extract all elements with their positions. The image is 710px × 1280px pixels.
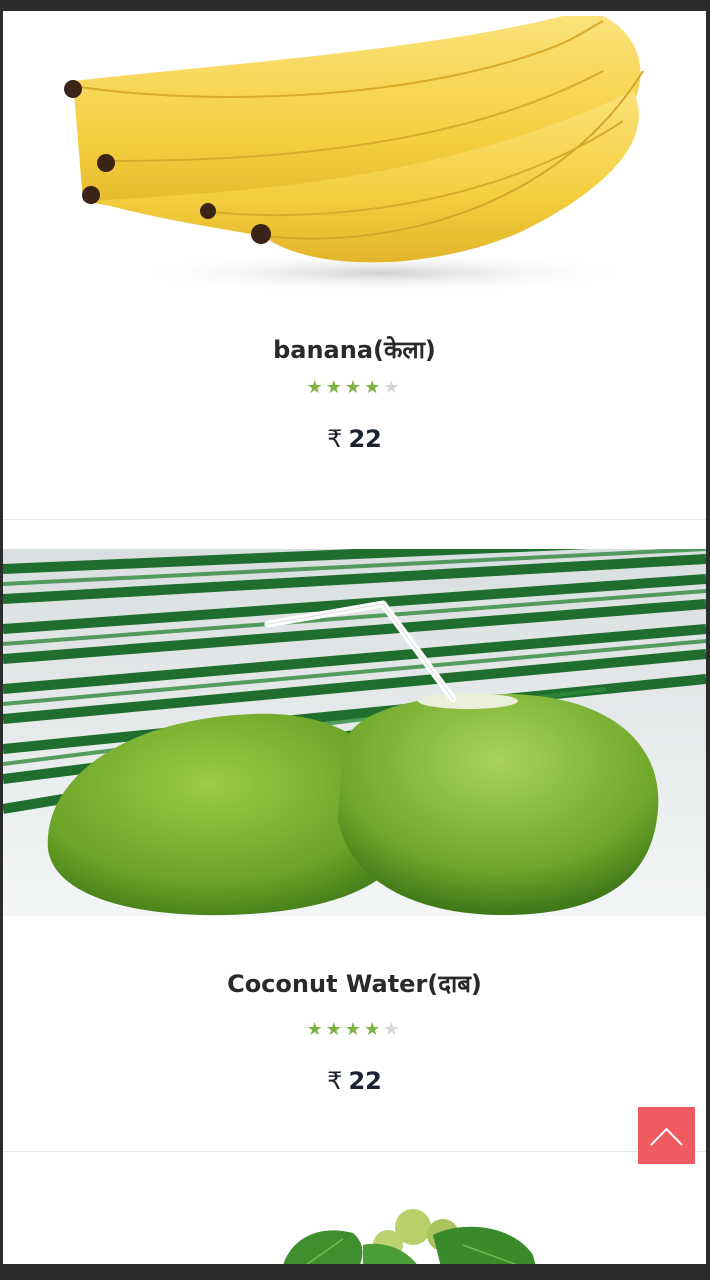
- star-filled-icon: ★: [306, 1019, 326, 1040]
- grapes-image[interactable]: [3, 1205, 706, 1264]
- star-filled-icon: ★: [364, 377, 384, 398]
- star-filled-icon: ★: [306, 377, 326, 398]
- star-filled-icon: ★: [344, 377, 365, 398]
- product-title[interactable]: Coconut Water(दाब): [3, 967, 706, 1000]
- star-filled-icon: ★: [364, 1019, 384, 1040]
- product-list: banana(केला) ★★★★★ ₹22 Coconut Water(दाब…: [3, 11, 706, 1264]
- divider: [3, 519, 706, 520]
- star-filled-icon: ★: [344, 1019, 365, 1040]
- currency-symbol: ₹: [327, 425, 343, 453]
- product-title[interactable]: banana(केला): [3, 333, 706, 366]
- star-rating: ★★★★★: [3, 377, 706, 398]
- product-price: ₹22: [3, 1067, 706, 1095]
- star-rating: ★★★★★: [3, 1019, 706, 1040]
- banana-image[interactable]: [3, 11, 706, 296]
- product-card[interactable]: [3, 1181, 706, 1264]
- currency-symbol: ₹: [327, 1067, 343, 1095]
- star-filled-icon: ★: [325, 377, 345, 398]
- price-amount: 22: [348, 425, 382, 453]
- product-card[interactable]: Coconut Water(दाब) ★★★★★ ₹22: [3, 549, 706, 1151]
- product-card[interactable]: banana(केला) ★★★★★ ₹22: [3, 11, 706, 519]
- price-amount: 22: [348, 1067, 382, 1095]
- chevron-up-icon: [650, 1127, 683, 1146]
- divider: [3, 1151, 706, 1152]
- star-empty-icon: ★: [383, 377, 403, 398]
- star-empty-icon: ★: [383, 1019, 403, 1040]
- back-to-top-button[interactable]: [638, 1107, 695, 1164]
- star-filled-icon: ★: [325, 1019, 345, 1040]
- coconut-image[interactable]: [3, 549, 706, 916]
- product-price: ₹22: [3, 425, 706, 453]
